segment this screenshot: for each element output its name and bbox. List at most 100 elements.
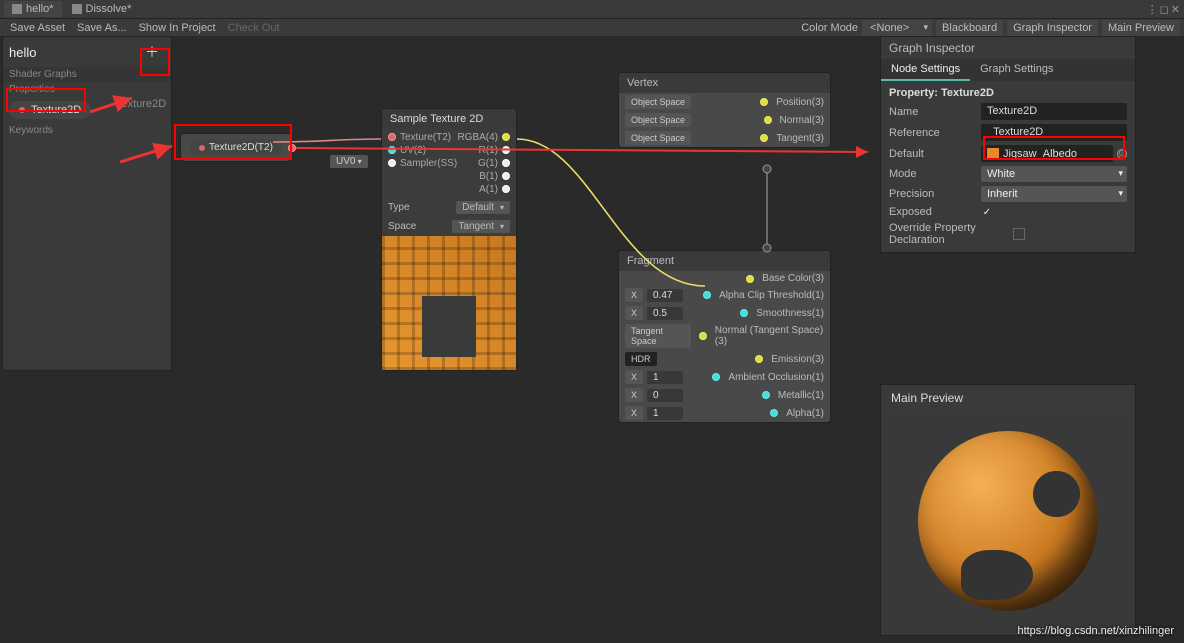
show-in-project-button[interactable]: Show In Project [133, 20, 222, 36]
precision-label: Precision [889, 188, 977, 200]
x-label: X [625, 306, 643, 320]
rgba-out-label: RGBA(4) [457, 132, 498, 143]
normal-label: Normal(3) [780, 115, 824, 126]
alpha-label: Alpha(1) [786, 408, 824, 419]
basecolor-port[interactable] [746, 275, 754, 283]
ao-field[interactable]: 1 [647, 371, 683, 384]
alpha-field[interactable]: 1 [647, 407, 683, 420]
smoothness-field[interactable]: 0.5 [647, 307, 683, 320]
x-label: X [625, 388, 643, 402]
r-out-port[interactable] [502, 146, 510, 154]
blackboard-panel: hello ＋ Shader Graphs Properties Texture… [2, 36, 172, 371]
normal-port[interactable] [764, 116, 772, 124]
chip-hdr: HDR [625, 352, 657, 366]
name-field[interactable]: Texture2D [981, 103, 1127, 120]
preview-viewport[interactable] [883, 409, 1133, 633]
save-asset-button[interactable]: Save Asset [4, 20, 71, 36]
annotation-box [6, 88, 86, 112]
main-preview-toggle[interactable]: Main Preview [1102, 20, 1180, 36]
r-out-label: R(1) [479, 145, 498, 156]
fragment-title: Fragment [619, 251, 830, 271]
main-preview-title: Main Preview [883, 387, 1133, 409]
metallic-label: Metallic(1) [778, 390, 824, 401]
precision-dropdown[interactable]: Inherit [981, 186, 1127, 202]
texture-in-label: Texture(T2) [400, 132, 451, 143]
color-mode-dropdown[interactable]: <None> [862, 20, 932, 36]
uv-in-port[interactable] [388, 146, 396, 154]
preview-sphere [918, 431, 1098, 611]
alpha-clip-port[interactable] [703, 291, 711, 299]
name-label: Name [889, 106, 977, 118]
annotation-box [140, 48, 170, 76]
tab-node-settings[interactable]: Node Settings [881, 59, 970, 81]
ao-label: Ambient Occlusion(1) [728, 372, 824, 383]
sample-texture2d-node[interactable]: Sample Texture 2D Texture(T2) RGBA(4) UV… [381, 108, 517, 371]
window-tab-bar: hello* Dissolve* ⋮ ◻ ✕ [0, 0, 1184, 18]
keywords-section: Keywords [3, 123, 171, 138]
node-preview-thumbnail [382, 236, 516, 370]
alpha-port[interactable] [770, 409, 778, 417]
emission-port[interactable] [755, 355, 763, 363]
x-label: X [625, 288, 643, 302]
main-preview-panel: Main Preview [880, 384, 1136, 636]
popout-icon[interactable]: ◻ [1160, 3, 1169, 16]
normal-ts-port[interactable] [699, 332, 706, 340]
chip-object-space: Object Space [625, 131, 691, 145]
space-dropdown[interactable]: Tangent [452, 220, 510, 233]
emission-label: Emission(3) [771, 354, 824, 365]
alpha-clip-field[interactable]: 0.47 [647, 289, 683, 302]
close-icon[interactable]: ✕ [1171, 3, 1180, 16]
g-out-port[interactable] [502, 159, 510, 167]
tangent-label: Tangent(3) [776, 133, 824, 144]
space-label: Space [388, 221, 416, 232]
annotation-box [983, 136, 1125, 160]
mode-label: Mode [889, 168, 977, 180]
b-out-label: B(1) [479, 171, 498, 182]
metallic-port[interactable] [762, 391, 770, 399]
shader-icon [72, 4, 82, 14]
a-out-label: A(1) [479, 184, 498, 195]
x-label: X [625, 370, 643, 384]
blackboard-toggle[interactable]: Blackboard [936, 20, 1003, 36]
annotation-box [174, 124, 292, 160]
tab-hello-label: hello* [26, 3, 54, 15]
g-out-label: G(1) [478, 158, 498, 169]
check-out-button[interactable]: Check Out [222, 20, 286, 36]
mode-dropdown[interactable]: White [981, 166, 1127, 182]
color-mode-label: Color Mode [801, 22, 858, 34]
tab-graph-settings[interactable]: Graph Settings [970, 59, 1063, 81]
tab-hello[interactable]: hello* [4, 1, 62, 17]
metallic-field[interactable]: 0 [647, 389, 683, 402]
type-label: Type [388, 202, 410, 213]
blackboard-title: hello [9, 45, 36, 60]
rgba-out-port[interactable] [502, 133, 510, 141]
ao-port[interactable] [712, 373, 720, 381]
reference-label: Reference [889, 127, 977, 139]
graph-inspector-toggle[interactable]: Graph Inspector [1007, 20, 1098, 36]
x-label: X [625, 406, 643, 420]
dots-icon[interactable]: ⋮ [1147, 3, 1158, 16]
sample-node-title: Sample Texture 2D [382, 109, 516, 129]
override-label: Override Property Declaration [889, 222, 1009, 246]
exposed-checkbox[interactable]: ✓ [981, 206, 993, 218]
override-checkbox[interactable] [1013, 228, 1025, 240]
fragment-block[interactable]: Fragment Base Color(3) X0.47Alpha Clip T… [618, 250, 831, 423]
watermark-text: https://blog.csdn.net/xinzhilinger [1017, 625, 1174, 637]
uv-dropdown[interactable]: UV0 [330, 155, 368, 168]
b-out-port[interactable] [502, 172, 510, 180]
tangent-port[interactable] [760, 134, 768, 142]
position-port[interactable] [760, 98, 768, 106]
property-heading: Property: Texture2D [889, 85, 1127, 101]
smoothness-port[interactable] [740, 309, 748, 317]
save-as-button[interactable]: Save As... [71, 20, 133, 36]
chip-tangent-space: Tangent Space [625, 324, 691, 348]
tab-dissolve-label: Dissolve* [86, 3, 132, 15]
vertex-block[interactable]: Vertex Object SpacePosition(3) Object Sp… [618, 72, 831, 148]
tab-dissolve[interactable]: Dissolve* [64, 1, 140, 17]
position-label: Position(3) [776, 97, 824, 108]
texture-in-port[interactable] [388, 133, 396, 141]
sampler-in-port[interactable] [388, 159, 396, 167]
a-out-port[interactable] [502, 185, 510, 193]
uv-in-label: UV(2) [400, 145, 426, 156]
type-dropdown[interactable]: Default [456, 201, 510, 214]
